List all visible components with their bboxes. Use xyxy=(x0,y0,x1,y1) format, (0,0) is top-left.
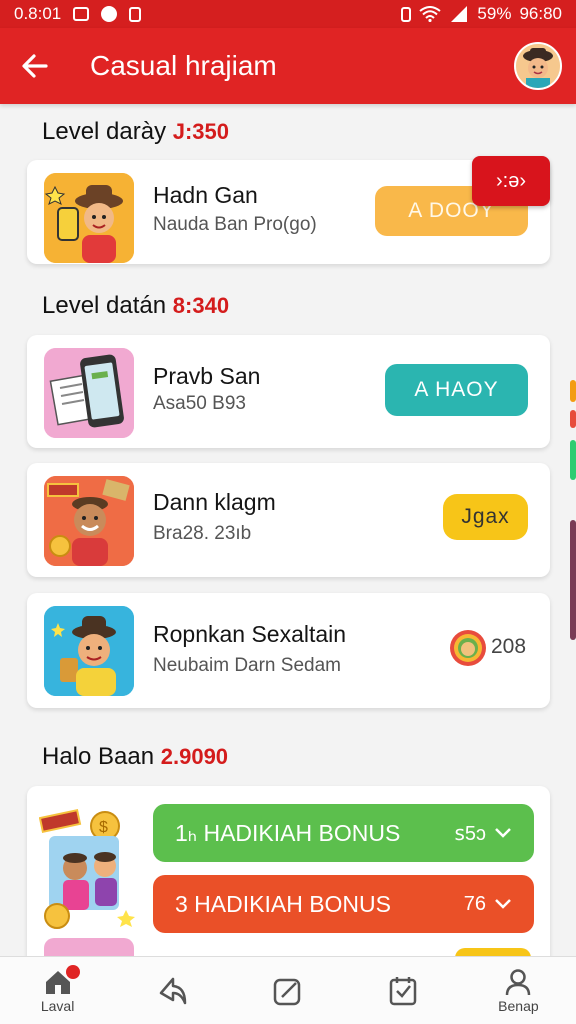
section-number: 8:340 xyxy=(172,293,230,318)
mail-icon xyxy=(73,7,90,21)
chevron-down-icon xyxy=(494,893,512,916)
edge-decoration xyxy=(570,520,576,640)
battery-level: 59% xyxy=(477,4,512,23)
section-label: Halo Baan xyxy=(42,743,155,770)
card-subtitle: Bra28. 23ıb xyxy=(153,523,252,544)
card-thumbnail xyxy=(44,476,134,566)
bonus-button[interactable]: 1ₕ HADIKIAH BONUS ꜱ5ↄ xyxy=(153,804,534,862)
nav-label: Benap xyxy=(498,997,539,1014)
signal-icon xyxy=(451,6,468,22)
character-icon xyxy=(44,173,134,263)
section-number: 2.9090 xyxy=(160,744,229,769)
notification-dot xyxy=(66,965,80,979)
wifi-icon xyxy=(419,6,442,22)
vibrate-icon xyxy=(401,6,412,22)
card-thumbnail xyxy=(44,173,134,263)
page-title: Casual hrajiam xyxy=(90,50,277,81)
section-label: Level darày xyxy=(42,118,167,145)
nav-item-edit[interactable] xyxy=(230,957,345,1024)
character-icon xyxy=(44,606,134,696)
share-badge[interactable]: ›:ə› xyxy=(472,156,550,206)
level-card[interactable]: Ropnkan Sexaltain Neubaim Darn Sedam 208 xyxy=(27,593,550,708)
status-clock: 96:80 xyxy=(519,4,562,23)
nav-label: Laval xyxy=(40,997,75,1014)
nav-item-share[interactable] xyxy=(115,957,230,1024)
status-bar: 0.8:01 59% 96:80 xyxy=(0,0,576,28)
check-icon xyxy=(389,976,417,1005)
phone-document-icon xyxy=(44,348,134,438)
section-title: Level darày J:350 xyxy=(42,118,229,146)
user-avatar-icon xyxy=(516,44,560,88)
avatar[interactable] xyxy=(514,42,562,90)
level-card[interactable]: Dann klagm Bra28. 23ıb Jgax xyxy=(27,463,550,577)
card-subtitle: Nauda Ban Pro(go) xyxy=(153,214,317,235)
bonus-label: 1ₕ HADIKIAH BONUS xyxy=(175,819,401,846)
notification-icon xyxy=(101,6,118,22)
reward-count: 208 xyxy=(491,635,527,658)
card-title: Dann klagm xyxy=(153,489,276,515)
edge-decoration xyxy=(570,380,576,402)
bonus-value: ꜱ5ↄ xyxy=(454,822,486,845)
file-icon xyxy=(129,6,142,22)
nav-item-level[interactable]: Laval xyxy=(0,957,115,1024)
share-icon xyxy=(159,977,187,1004)
app-bar: Casual hrajiam xyxy=(0,28,576,104)
bonus-illustration: $ xyxy=(38,804,139,932)
edit-icon xyxy=(273,978,301,1005)
bonus-button[interactable]: 3 HADIKIAH BONUS 76 xyxy=(153,875,534,933)
back-button[interactable] xyxy=(0,28,70,104)
edge-decoration xyxy=(570,410,576,428)
bonus-characters-icon: $ xyxy=(38,809,135,929)
card-subtitle: Asa50 B93 xyxy=(153,393,246,414)
action-button[interactable]: Jgax xyxy=(443,494,528,540)
card-subtitle: Neubaim Darn Sedam xyxy=(153,655,341,676)
section-title: Halo Baan 2.9090 xyxy=(42,743,228,771)
chevron-down-icon xyxy=(494,822,512,845)
nav-item-profile[interactable]: Benap xyxy=(461,957,576,1024)
section-label: Level datán xyxy=(42,292,167,319)
card-thumbnail xyxy=(44,606,134,696)
bonus-value: 76 xyxy=(463,892,486,915)
level-card[interactable]: Pravb San Asa50 B93 A HAOY xyxy=(27,335,550,448)
svg-text:$: $ xyxy=(99,819,108,836)
rainbow-coin-icon xyxy=(450,630,486,666)
status-time: 0.8:01 xyxy=(14,4,62,23)
section-number: J:350 xyxy=(172,119,230,144)
nav-item-tasks[interactable] xyxy=(346,957,461,1024)
card-title: Pravb San xyxy=(153,363,261,389)
bottom-navigation: Laval Benap xyxy=(0,956,576,1024)
arrow-left-icon xyxy=(22,54,48,78)
card-thumbnail xyxy=(44,348,134,438)
card-title: Hadn Gan xyxy=(153,182,258,208)
level-card[interactable]: Hadn Gan Nauda Ban Pro(go) A DOOY ›:ə› xyxy=(27,156,550,264)
card-title: Ropnkan Sexaltain xyxy=(153,621,347,647)
profile-icon xyxy=(506,968,531,995)
edge-decoration xyxy=(570,440,576,480)
section-title: Level datán 8:340 xyxy=(42,292,229,320)
character-icon xyxy=(44,476,134,566)
action-button[interactable]: A HAOY xyxy=(385,364,528,416)
bonus-label: 3 HADIKIAH BONUS xyxy=(175,890,391,917)
